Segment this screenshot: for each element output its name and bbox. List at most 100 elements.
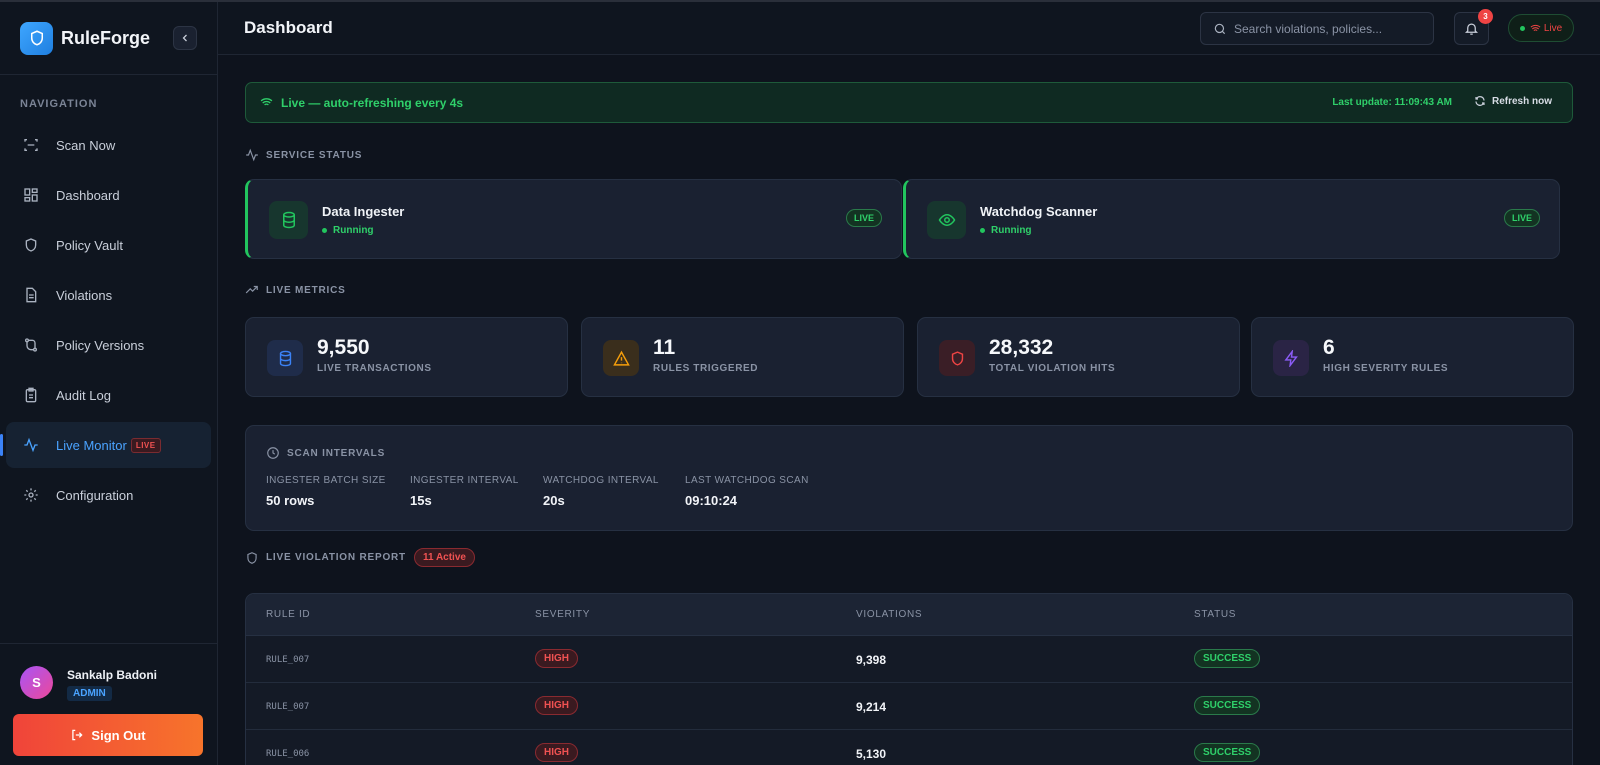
interval-ingester-interval: INGESTER INTERVAL 15s — [410, 475, 519, 508]
refresh-icon — [1475, 96, 1485, 106]
sidebar-item-label: Configuration — [56, 487, 134, 503]
sidebar-item-label: Policy Versions — [56, 337, 145, 353]
top-header: Dashboard 3 Live — [218, 2, 1600, 55]
notification-count-badge: 3 — [1478, 9, 1493, 24]
violations-cell: 9,398 — [856, 653, 887, 667]
nav-section-title: NAVIGATION — [20, 98, 98, 110]
scan-icon — [22, 136, 40, 154]
sidebar-item-scan-now[interactable]: Scan Now — [6, 122, 211, 168]
violation-table: RULE ID SEVERITY VIOLATIONS STATUS RULE_… — [245, 593, 1573, 765]
severity-badge: HIGH — [535, 696, 578, 715]
live-status-pill: Live — [1508, 14, 1574, 42]
table-row[interactable]: RULE_007 HIGH 9,214 SUCCESS — [246, 683, 1572, 730]
interval-label: WATCHDOG INTERVAL — [543, 475, 659, 486]
activity-icon — [22, 436, 40, 454]
database-icon — [267, 340, 303, 376]
live-metrics-heading: LIVE METRICS — [245, 283, 346, 297]
table-header: RULE ID SEVERITY VIOLATIONS STATUS — [246, 594, 1572, 636]
section-title-text: SCAN INTERVALS — [287, 447, 386, 459]
document-icon — [22, 286, 40, 304]
shield-icon — [939, 340, 975, 376]
table-row[interactable]: RULE_006 HIGH 5,130 SUCCESS — [246, 730, 1572, 765]
sidebar-item-label: Dashboard — [56, 187, 120, 203]
metric-label: RULES TRIGGERED — [653, 363, 759, 374]
search-input[interactable] — [1234, 21, 1424, 36]
interval-label: LAST WATCHDOG SCAN — [685, 475, 809, 486]
sidebar-item-label: Policy Vault — [56, 237, 123, 253]
status-badge: SUCCESS — [1194, 696, 1261, 715]
sidebar-item-audit-log[interactable]: Audit Log — [6, 372, 211, 418]
service-name: Watchdog Scanner — [980, 204, 1098, 219]
metric-label: LIVE TRANSACTIONS — [317, 363, 432, 374]
metric-value: 6 — [1323, 336, 1335, 359]
metric-label: HIGH SEVERITY RULES — [1323, 363, 1449, 374]
sign-out-label: Sign Out — [91, 727, 146, 743]
status-badge: SUCCESS — [1194, 649, 1261, 668]
interval-ingester-batch-size: INGESTER BATCH SIZE 50 rows — [266, 475, 386, 508]
table-row[interactable]: RULE_007 HIGH 9,398 SUCCESS — [246, 636, 1572, 683]
search-box[interactable] — [1200, 12, 1434, 45]
live-banner-text: Live — auto-refreshing every 4s — [281, 95, 464, 110]
sidebar-item-label: Live Monitor — [56, 437, 127, 453]
interval-label: INGESTER INTERVAL — [410, 475, 519, 486]
service-card-data-ingester: Data Ingester Running LIVE — [245, 179, 902, 259]
user-name: Sankalp Badoni — [67, 668, 158, 682]
metric-value: 11 — [653, 336, 676, 359]
live-dot-icon — [1519, 25, 1525, 31]
role-badge: ADMIN — [67, 686, 112, 701]
severity-badge: HIGH — [535, 743, 578, 762]
bell-icon — [1464, 23, 1479, 35]
service-name: Data Ingester — [322, 204, 405, 219]
refresh-now-button[interactable]: Refresh now — [1474, 95, 1552, 107]
avatar[interactable]: S — [20, 666, 53, 699]
interval-value: 09:10:24 — [685, 493, 738, 508]
notifications-button[interactable]: 3 — [1454, 9, 1493, 45]
activity-icon — [246, 148, 258, 162]
metric-value: 9,550 — [317, 336, 370, 359]
main-content: Live — auto-refreshing every 4s Last upd… — [218, 55, 1600, 765]
sign-out-button[interactable]: Sign Out — [13, 714, 203, 756]
status-dot-icon — [322, 228, 327, 233]
interval-value: 20s — [543, 493, 565, 508]
search-icon — [1214, 23, 1226, 34]
chevron-left-icon — [182, 34, 187, 42]
column-header-severity[interactable]: SEVERITY — [535, 609, 590, 620]
section-title-text: LIVE METRICS — [266, 284, 346, 296]
metric-card-total-violation-hits: 28,332 TOTAL VIOLATION HITS — [917, 317, 1240, 397]
page-title: Dashboard — [244, 18, 333, 37]
wifi-icon — [1530, 24, 1541, 31]
sidebar-item-live-monitor[interactable]: Live Monitor LIVE — [0, 422, 211, 468]
logout-icon — [72, 729, 83, 741]
live-status-label: Live — [1543, 22, 1563, 34]
service-status: Running — [322, 225, 374, 236]
section-title-text: SERVICE STATUS — [266, 149, 363, 161]
refresh-now-label: Refresh now — [1491, 95, 1552, 107]
sidebar-item-configuration[interactable]: Configuration — [6, 472, 211, 518]
brand: RuleForge — [0, 2, 217, 75]
clipboard-icon — [22, 386, 40, 404]
column-header-violations[interactable]: VIOLATIONS — [856, 609, 922, 620]
sidebar-item-policy-vault[interactable]: Policy Vault — [6, 222, 211, 268]
violations-cell: 5,130 — [856, 747, 887, 761]
interval-last-watchdog-scan: LAST WATCHDOG SCAN 09:10:24 — [685, 475, 809, 508]
metric-label: TOTAL VIOLATION HITS — [989, 363, 1116, 374]
violation-report-heading: LIVE VIOLATION REPORT 11 Active — [245, 548, 475, 567]
interval-label: INGESTER BATCH SIZE — [266, 475, 386, 486]
service-status-text: Running — [333, 225, 374, 236]
shield-icon — [247, 551, 257, 564]
database-icon — [269, 201, 308, 239]
eye-icon — [927, 201, 966, 239]
live-refresh-banner: Live — auto-refreshing every 4s Last upd… — [245, 82, 1573, 123]
sidebar-item-violations[interactable]: Violations — [6, 272, 211, 318]
column-header-rule-id[interactable]: RULE ID — [266, 609, 310, 620]
sidebar-item-dashboard[interactable]: Dashboard — [6, 172, 211, 218]
sidebar-item-policy-versions[interactable]: Policy Versions — [6, 322, 211, 368]
live-badge: LIVE — [1503, 209, 1540, 227]
column-header-status[interactable]: STATUS — [1194, 609, 1236, 620]
service-status: Running — [980, 225, 1032, 236]
metric-value: 28,332 — [989, 336, 1054, 359]
trending-up-icon — [245, 285, 258, 294]
live-tag-badge: LIVE — [130, 437, 161, 453]
service-status-text: Running — [991, 225, 1032, 236]
collapse-sidebar-button[interactable] — [173, 26, 197, 50]
